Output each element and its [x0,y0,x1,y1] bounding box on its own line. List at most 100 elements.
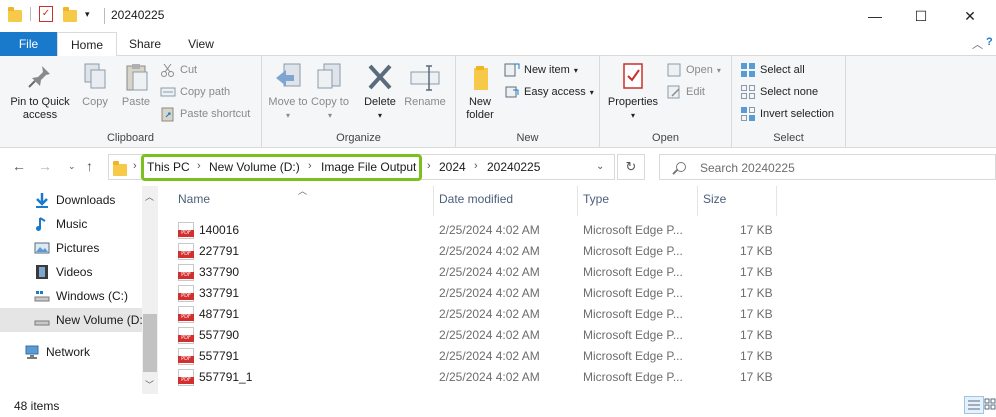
column-header-type[interactable]: Type [583,192,609,206]
forward-arrow-icon[interactable]: → [38,158,52,174]
folder-icon[interactable] [8,6,22,22]
select-all-button[interactable]: Select all [740,60,805,80]
breadcrumb-20240225[interactable]: 20240225 [487,160,540,174]
new-folder-icon[interactable] [63,6,77,22]
nav-item-downloads[interactable]: Downloads [0,188,142,212]
open-group-label: Open [652,132,679,144]
file-row[interactable]: 557791_1 2/25/2024 4:02 AM Microsoft Edg… [158,367,996,388]
invert-selection-button[interactable]: Invert selection [740,104,834,124]
file-row[interactable]: 337791 2/25/2024 4:02 AM Microsoft Edge … [158,283,996,304]
help-icon[interactable]: ? [986,36,993,48]
edit-button[interactable]: Edit [666,82,705,102]
file-name: 487791 [199,307,240,321]
videos-icon [34,264,50,280]
copy-to-button[interactable]: Copy to ▾ [310,62,350,122]
column-header-date-modified[interactable]: Date modified [439,192,513,206]
large-icons-view-button[interactable] [984,396,996,414]
minimize-button[interactable]: — [852,0,898,32]
copy-to-icon [314,62,346,92]
copy-path-button[interactable]: Copy path [160,82,230,102]
nav-item-label: Network [46,345,91,359]
invert-selection-label: Invert selection [760,108,834,120]
breadcrumb-separator-icon[interactable]: › [474,160,478,172]
file-row[interactable]: 487791 2/25/2024 4:02 AM Microsoft Edge … [158,304,996,325]
column-divider[interactable] [433,186,434,216]
navigation-pane-scrollbar[interactable]: ︿ ﹀ [142,186,158,394]
nav-item-music[interactable]: Music [0,212,142,236]
tab-share[interactable]: Share [122,32,168,56]
easy-access-button[interactable]: Easy access ▾ [504,82,594,102]
ribbon-tabs: File Home Share View ︿ ? [0,32,996,57]
invert-selection-icon [740,106,756,122]
nav-item-label: Pictures [56,241,100,255]
up-arrow-icon[interactable]: ↑ [86,158,93,174]
file-type: Microsoft Edge P... [583,349,683,363]
column-header-size[interactable]: Size [703,192,726,206]
scroll-down-icon[interactable]: ﹀ [145,378,154,391]
column-divider[interactable] [776,186,777,216]
pdf-file-icon [178,306,194,323]
back-arrow-icon[interactable]: ← [12,158,26,174]
column-header-name[interactable]: Name [178,192,210,206]
new-item-button[interactable]: New item ▾ [504,60,578,80]
nav-item-new-volume-d[interactable]: New Volume (D:) [0,308,142,332]
nav-item-label: New Volume (D:) [56,313,142,327]
pin-quick-access-button[interactable]: Pin to Quick access [4,62,76,122]
nav-item-videos[interactable]: Videos [0,260,142,284]
search-input[interactable]: Search 20240225 [700,161,795,175]
breadcrumb-2024[interactable]: 2024 [439,160,466,174]
tab-file[interactable]: File [0,32,57,56]
file-date: 2/25/2024 4:02 AM [439,349,540,363]
copy-button[interactable]: Copy [76,62,114,109]
cut-button[interactable]: Cut [160,60,197,80]
paste-shortcut-label: Paste shortcut [180,108,251,120]
collapse-ribbon-icon[interactable]: ︿ [972,36,983,52]
delete-button[interactable]: Delete ▾ [360,62,400,122]
column-divider[interactable] [577,186,578,216]
nav-item-pictures[interactable]: Pictures [0,236,142,260]
sort-ascending-icon: ︿ [298,186,308,196]
pdf-file-icon [178,348,194,365]
open-icon [666,62,682,78]
nav-item-label: Downloads [56,193,116,207]
select-all-icon [740,62,756,78]
refresh-icon: ↻ [625,159,637,174]
close-button[interactable]: ✕ [944,0,996,32]
rename-button[interactable]: Rename [402,62,448,109]
tab-home[interactable]: Home [57,32,117,57]
scroll-up-icon[interactable]: ︿ [145,190,154,203]
properties-dropdown-icon: ▾ [630,111,635,120]
file-row[interactable]: 557791 2/25/2024 4:02 AM Microsoft Edge … [158,346,996,367]
paste-button[interactable]: Paste [116,62,156,109]
file-row[interactable]: 227791 2/25/2024 4:02 AM Microsoft Edge … [158,241,996,262]
tab-view[interactable]: View [180,32,222,56]
breadcrumb-separator-icon[interactable]: › [427,160,431,172]
details-view-button[interactable] [964,396,984,414]
drive-icon [34,288,50,304]
properties-button[interactable]: Properties ▾ [604,62,662,122]
breadcrumb-separator-icon[interactable]: › [133,160,137,172]
recent-locations-icon[interactable]: ⌄ [68,161,76,172]
file-row[interactable]: 557790 2/25/2024 4:02 AM Microsoft Edge … [158,325,996,346]
file-row[interactable]: 337790 2/25/2024 4:02 AM Microsoft Edge … [158,262,996,283]
column-divider[interactable] [697,186,698,216]
file-row[interactable]: 140016 2/25/2024 4:02 AM Microsoft Edge … [158,220,996,241]
delete-icon [364,62,396,92]
maximize-button[interactable]: ☐ [898,0,944,32]
open-button[interactable]: Open ▾ [666,60,721,80]
file-size: 17 KB [740,223,773,237]
paste-shortcut-button[interactable]: Paste shortcut [160,104,250,124]
scrollbar-thumb[interactable] [143,314,157,372]
select-none-button[interactable]: Select none [740,82,818,102]
refresh-button[interactable]: ↻ [617,154,645,180]
new-folder-button[interactable]: New folder [460,62,500,122]
address-dropdown-icon[interactable]: ⌄ [596,161,604,172]
qat-dropdown-icon[interactable]: ▾ [85,9,90,20]
nav-item-network[interactable]: Network [0,340,142,364]
file-size: 17 KB [740,328,773,342]
properties-icon[interactable]: ✓ [39,6,53,22]
minimize-icon: — [868,8,882,24]
nav-item-windows-c[interactable]: Windows (C:) [0,284,142,308]
search-box[interactable]: Search 20240225 [659,154,996,180]
move-to-button[interactable]: Move to ▾ [268,62,308,122]
